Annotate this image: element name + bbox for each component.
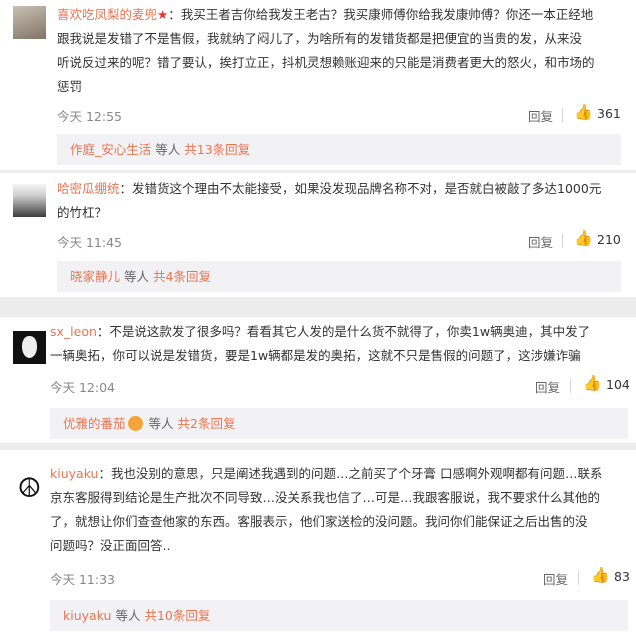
sub-reply-text: 等人 [148, 416, 174, 431]
like-count: 361 [597, 106, 621, 121]
like-count: 83 [614, 569, 630, 584]
comment-line: 了，就想让你们查查他家的东西。客服表示，他们家送检的没问题。我问你们能保证之后出… [50, 514, 588, 529]
sub-reply-user[interactable]: 优雅的番茄 [63, 416, 126, 431]
sub-reply-user[interactable]: 晓家静儿 [70, 269, 120, 284]
comment-line: 京东客服得到结论是生产批次不同导致…没关系我也信了…可是…我跟客服说，我不要求什… [50, 490, 601, 505]
sub-reply-count-link[interactable]: 共10条回复 [144, 608, 210, 623]
reply-button[interactable]: 回复 [528, 106, 553, 125]
sub-reply-text: 等人 [115, 608, 141, 623]
reply-button[interactable]: 回复 [528, 232, 553, 251]
sub-reply-user[interactable]: kiuyaku [63, 608, 111, 623]
username-link[interactable]: 喜欢吃凤梨的麦兜 [57, 7, 157, 22]
like-count: 210 [597, 232, 621, 247]
comment-line: 听说反过来的呢？错了要认，挨打立正，抖机灵想赖账迎来的只能是消费者更大的怒火，和… [57, 55, 595, 70]
comment-line: 跟我说是发错了不是售假，我就纳了闷儿了，为啥所有的发错货都是把便宜的当贵的发，从… [57, 31, 583, 46]
sub-reply-user[interactable]: 作庭_安心生活 [70, 142, 151, 157]
sub-reply-count-link[interactable]: 共4条回复 [153, 269, 211, 284]
comment-line: 一辆奥拓，你可以说是发错货，要是1w辆都是发的奥拓，这就不只是售假的问题了，这涉… [50, 348, 581, 363]
like-count: 104 [606, 377, 630, 392]
comment-line: 问题吗？没正面回答.. [50, 538, 171, 553]
sub-reply-text: 等人 [124, 269, 150, 284]
comment-text: sx_leon：不是说这款发了很多吗？看看其它人发的是什么货不就得了，你卖1w辆… [50, 320, 630, 368]
comment-line: ：发错货这个理由不太能接受，如果没发现品牌名称不对，是否就白被敲了多达1000元 [119, 181, 602, 196]
comment-card: 哈密瓜绷统：发错货这个理由不太能接受，如果没发现品牌名称不对，是否就白被敲了多达… [0, 173, 636, 297]
comment-text: 喜欢吃凤梨的麦兜★：我买王者吉你给我发王老古？我买康师傅你给我发康帅傅？你还一本… [57, 3, 627, 99]
thumb-up-icon[interactable]: 👍 [583, 374, 602, 392]
thumb-up-icon[interactable]: 👍 [574, 103, 593, 121]
emoji-icon [127, 416, 143, 431]
divider [570, 379, 571, 393]
peace-sign-icon: ☮ [17, 473, 42, 504]
thumb-up-icon[interactable]: 👍 [574, 229, 593, 247]
mask-face-icon [22, 336, 37, 358]
sub-replies-bar[interactable]: 作庭_安心生活 等人 共13条回复 [57, 134, 621, 165]
reply-button[interactable]: 回复 [535, 377, 560, 396]
username-link[interactable]: sx_leon [50, 324, 97, 339]
divider [578, 571, 579, 585]
comment-card: ☮ kiuyaku：我也没别的意思，只是阐述我遇到的问题…之前买了个牙膏 口感啊… [0, 450, 636, 635]
comment-line: 的竹杠？ [57, 205, 108, 220]
timestamp: 今天 12:55 [57, 109, 122, 124]
comment-line: 惩罚 [57, 79, 83, 94]
thumb-up-icon[interactable]: 👍 [591, 566, 610, 584]
comment-line: ：我买王者吉你给我发王老古？我买康师傅你给我发康帅傅？你还一本正经地 [168, 7, 594, 22]
reply-button[interactable]: 回复 [543, 569, 568, 588]
comment-card: sx_leon：不是说这款发了很多吗？看看其它人发的是什么货不就得了，你卖1w辆… [0, 317, 636, 443]
sub-reply-text: 等人 [155, 142, 181, 157]
divider [562, 108, 563, 122]
sub-replies-bar[interactable]: 优雅的番茄 等人 共2条回复 [50, 408, 628, 439]
comment-card: 喜欢吃凤梨的麦兜★：我买王者吉你给我发王老古？我买康师傅你给我发康帅傅？你还一本… [0, 0, 636, 170]
avatar[interactable] [13, 184, 46, 217]
sub-reply-count-link[interactable]: 共2条回复 [178, 416, 236, 431]
avatar[interactable] [13, 6, 46, 39]
username-link[interactable]: 哈密瓜绷统 [57, 181, 120, 196]
sub-reply-count-link[interactable]: 共13条回复 [184, 142, 250, 157]
comment-text: kiuyaku：我也没别的意思，只是阐述我遇到的问题…之前买了个牙膏 口感啊外观… [50, 462, 630, 558]
star-icon: ★ [157, 7, 169, 22]
divider [562, 234, 563, 248]
username-link[interactable]: kiuyaku [50, 466, 98, 481]
timestamp: 今天 11:45 [57, 235, 122, 250]
avatar[interactable] [13, 331, 46, 364]
comment-text: 哈密瓜绷统：发错货这个理由不太能接受，如果没发现品牌名称不对，是否就白被敲了多达… [57, 177, 627, 225]
sub-replies-bar[interactable]: kiuyaku 等人 共10条回复 [50, 600, 628, 631]
timestamp: 今天 12:04 [50, 380, 115, 395]
sub-replies-bar[interactable]: 晓家静儿 等人 共4条回复 [57, 261, 621, 292]
avatar[interactable]: ☮ [13, 472, 46, 505]
timestamp: 今天 11:33 [50, 572, 115, 587]
comment-line: ：我也没别的意思，只是阐述我遇到的问题…之前买了个牙膏 口感啊外观啊都有问题…联… [98, 466, 603, 481]
comment-line: ：不是说这款发了很多吗？看看其它人发的是什么货不就得了，你卖1w辆奥迪，其中发了 [96, 324, 591, 339]
